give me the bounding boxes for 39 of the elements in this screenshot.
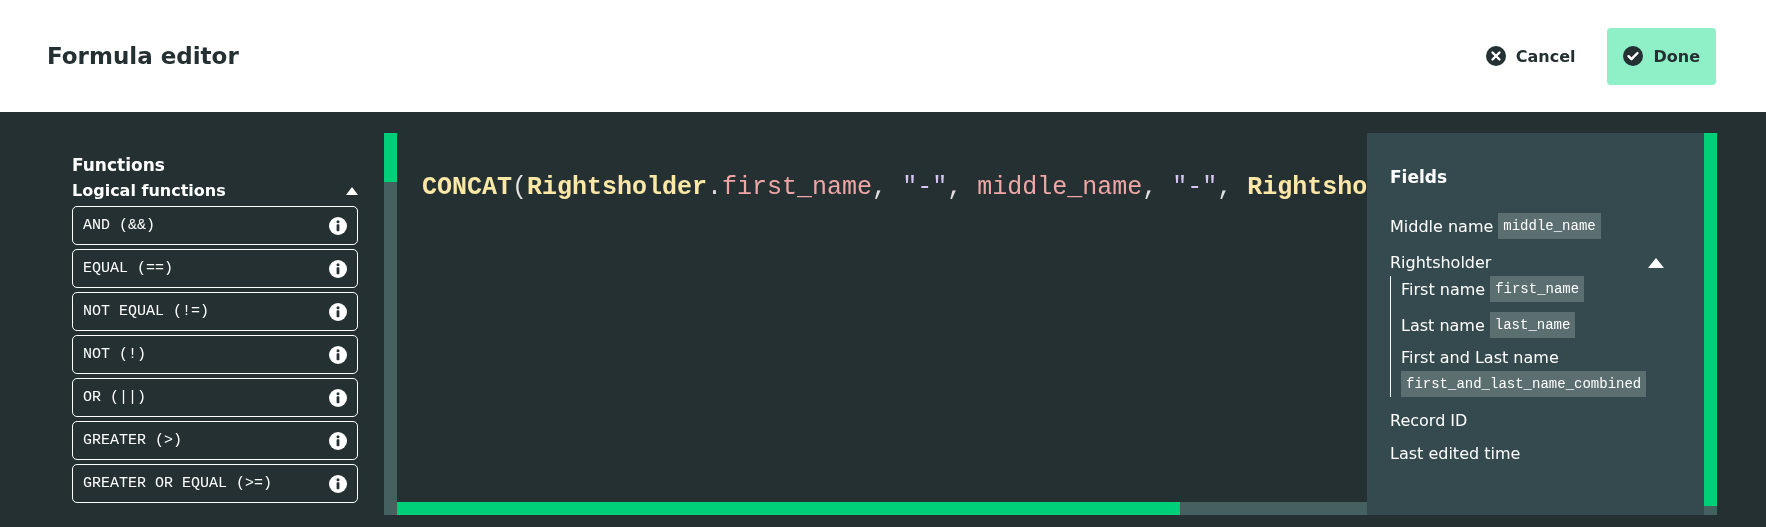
info-icon[interactable] xyxy=(329,474,347,493)
field-label[interactable]: Last edited time xyxy=(1390,444,1521,463)
field-label[interactable]: Middle name xyxy=(1390,216,1494,236)
cancel-button[interactable]: Cancel xyxy=(1477,38,1584,74)
info-icon[interactable] xyxy=(329,431,347,450)
caret-icon[interactable] xyxy=(346,186,358,195)
checkmark-icon xyxy=(1623,46,1644,66)
function-item[interactable]: NOT EQUAL (!=) xyxy=(72,292,358,331)
formula-code[interactable]: CONCAT(Rightsholder.first_name, "-", middle_name, "-", Rightsho xyxy=(397,133,1367,202)
function-item[interactable]: OR (||) xyxy=(72,378,358,417)
function-item[interactable]: NOT (!) xyxy=(72,335,358,374)
fields-heading: Fields xyxy=(1390,167,1449,187)
info-icon[interactable] xyxy=(329,216,347,235)
field-code[interactable]: first_name xyxy=(1490,276,1585,302)
scrollbar[interactable] xyxy=(397,502,1367,515)
function-item[interactable]: GREATER OR EQUAL (>=) xyxy=(72,464,358,503)
done-button[interactable]: Done xyxy=(1607,27,1716,85)
field-label[interactable]: Last name xyxy=(1401,315,1485,335)
scrollbar[interactable] xyxy=(384,133,397,515)
field-code[interactable]: last_name xyxy=(1489,312,1576,338)
caret-icon[interactable] xyxy=(1648,257,1664,268)
info-icon[interactable] xyxy=(329,345,347,364)
function-item[interactable]: EQUAL (==) xyxy=(72,249,358,288)
window-title: Formula editor xyxy=(47,43,239,69)
info-icon[interactable] xyxy=(329,302,347,321)
info-icon[interactable] xyxy=(329,388,347,407)
group-heading[interactable]: Logical functions xyxy=(72,181,226,200)
field-code[interactable]: first_and_last_name_combined xyxy=(1401,371,1647,397)
field-code[interactable]: middle_name xyxy=(1498,213,1601,239)
function-item[interactable]: GREATER (>) xyxy=(72,421,358,460)
field-label[interactable]: First and Last name xyxy=(1401,348,1559,367)
info-icon[interactable] xyxy=(329,259,347,278)
field-label[interactable]: First name xyxy=(1401,279,1486,299)
field-label[interactable]: Record ID xyxy=(1390,411,1468,430)
function-item[interactable]: AND (&&) xyxy=(72,206,358,245)
field-label[interactable]: Rightsholder xyxy=(1390,253,1492,272)
close-icon xyxy=(1485,46,1506,66)
functions-heading: Functions xyxy=(72,155,166,175)
scrollbar[interactable] xyxy=(1704,133,1717,515)
